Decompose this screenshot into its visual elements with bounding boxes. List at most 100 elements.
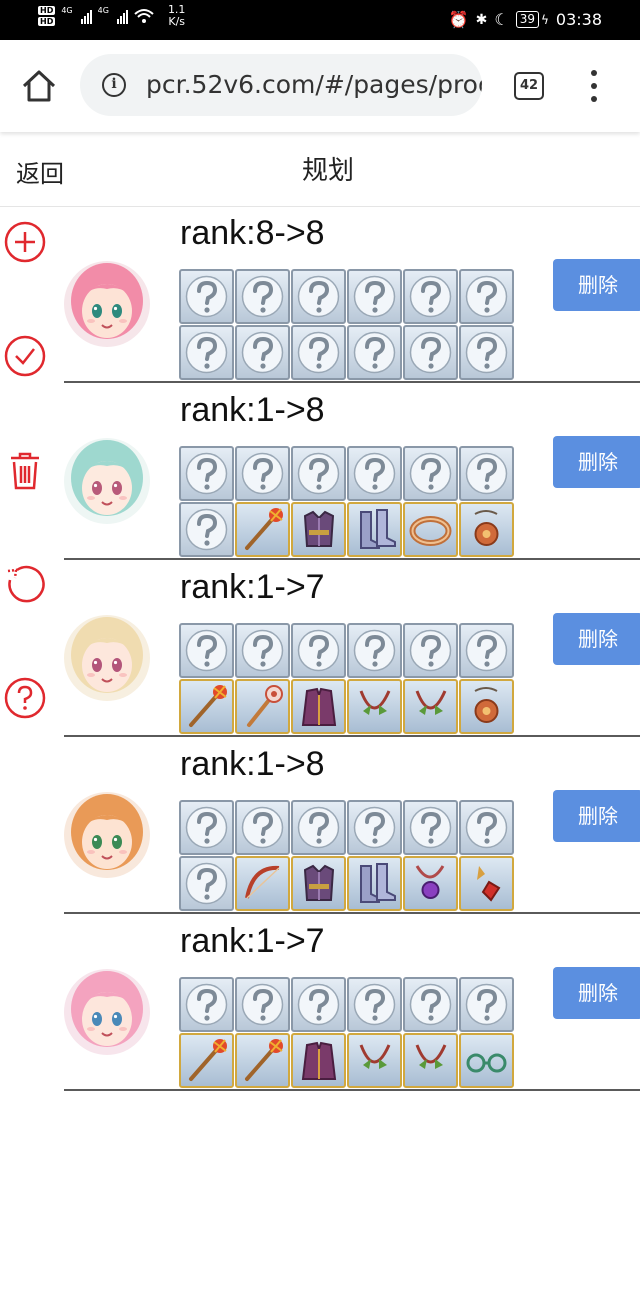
add-button[interactable] <box>3 220 47 264</box>
unknown-equipment-slot[interactable] <box>347 269 402 324</box>
address-bar[interactable]: i pcr.52v6.com/#/pages/prog <box>80 54 482 116</box>
equipment-slot-necklace[interactable] <box>347 1033 402 1088</box>
unknown-equipment-slot[interactable] <box>235 325 290 380</box>
plan-row: rank:8->8 删除 <box>64 206 640 383</box>
glasses-icon <box>466 1053 507 1073</box>
equipment-slot-necklace[interactable] <box>347 679 402 734</box>
character-avatar[interactable] <box>64 969 150 1055</box>
unknown-equipment-slot[interactable] <box>347 325 402 380</box>
equipment-slot-armor[interactable] <box>291 502 346 557</box>
unknown-equipment-slot[interactable] <box>179 269 234 324</box>
unknown-equipment-slot[interactable] <box>235 269 290 324</box>
clock: 03:38 <box>555 10 602 29</box>
character-avatar[interactable] <box>64 792 150 878</box>
character-avatar[interactable] <box>64 615 150 701</box>
unknown-equipment-slot[interactable] <box>179 977 234 1032</box>
equipment-slot-bracelet[interactable] <box>403 502 458 557</box>
unknown-equipment-slot[interactable] <box>459 977 514 1032</box>
question-mark-icon <box>241 983 284 1026</box>
unknown-equipment-slot[interactable] <box>179 856 234 911</box>
help-button[interactable] <box>3 676 47 720</box>
character-avatar[interactable] <box>64 438 150 524</box>
staff-icon <box>245 1039 283 1081</box>
bow-icon <box>245 865 280 899</box>
unknown-equipment-slot[interactable] <box>459 446 514 501</box>
equipment-slot-necklace[interactable] <box>403 1033 458 1088</box>
equipment-slot-armor[interactable] <box>291 856 346 911</box>
info-icon[interactable]: i <box>102 73 126 97</box>
unknown-equipment-slot[interactable] <box>403 977 458 1032</box>
unknown-equipment-slot[interactable] <box>403 623 458 678</box>
unknown-equipment-slot[interactable] <box>347 623 402 678</box>
unknown-equipment-slot[interactable] <box>459 269 514 324</box>
unknown-equipment-slot[interactable] <box>179 800 234 855</box>
unknown-equipment-slot[interactable] <box>347 446 402 501</box>
delete-button[interactable]: 删除 <box>553 790 640 842</box>
unknown-equipment-slot[interactable] <box>235 446 290 501</box>
equipment-slot-robe[interactable] <box>291 1033 346 1088</box>
unknown-equipment-slot[interactable] <box>235 977 290 1032</box>
unknown-equipment-slot[interactable] <box>179 446 234 501</box>
unknown-equipment-slot[interactable] <box>179 623 234 678</box>
home-button[interactable] <box>20 68 58 104</box>
equipment-slot-staff[interactable] <box>235 1033 290 1088</box>
unknown-equipment-slot[interactable] <box>291 623 346 678</box>
url-text[interactable]: pcr.52v6.com/#/pages/prog <box>146 70 482 99</box>
unknown-equipment-slot[interactable] <box>459 800 514 855</box>
more-menu-icon[interactable] <box>585 70 603 102</box>
unknown-equipment-slot[interactable] <box>291 446 346 501</box>
equipment-slot-necklace[interactable] <box>403 679 458 734</box>
delete-button[interactable]: 删除 <box>553 259 640 311</box>
question-mark-icon <box>353 806 396 849</box>
equipment-slot-amulet[interactable] <box>459 502 514 557</box>
delete-button[interactable]: 删除 <box>553 436 640 488</box>
unknown-equipment-slot[interactable] <box>347 977 402 1032</box>
rank-label: rank:1->7 <box>180 568 325 606</box>
complete-button[interactable] <box>3 334 47 378</box>
question-mark-icon <box>409 331 452 374</box>
equipment-slot-staff[interactable] <box>235 502 290 557</box>
unknown-equipment-slot[interactable] <box>347 800 402 855</box>
unknown-equipment-slot[interactable] <box>235 623 290 678</box>
equipment-slot-wand[interactable] <box>235 679 290 734</box>
equipment-slot-bow[interactable] <box>235 856 290 911</box>
unknown-equipment-slot[interactable] <box>179 502 234 557</box>
equipment-grid <box>179 269 514 380</box>
page-header: 返回 规划 <box>0 132 640 207</box>
unknown-equipment-slot[interactable] <box>179 325 234 380</box>
equipment-slot-earring[interactable] <box>459 856 514 911</box>
reset-button[interactable] <box>3 562 47 606</box>
unknown-equipment-slot[interactable] <box>291 269 346 324</box>
unknown-equipment-slot[interactable] <box>403 800 458 855</box>
unknown-equipment-slot[interactable] <box>291 800 346 855</box>
delete-button[interactable]: 删除 <box>553 967 640 1019</box>
unknown-equipment-slot[interactable] <box>459 325 514 380</box>
question-mark-icon <box>241 452 284 495</box>
unknown-equipment-slot[interactable] <box>459 623 514 678</box>
unknown-equipment-slot[interactable] <box>291 325 346 380</box>
necklace-icon <box>359 690 391 715</box>
equipment-slot-staff[interactable] <box>179 679 234 734</box>
unknown-equipment-slot[interactable] <box>235 800 290 855</box>
equipment-slot-amulet[interactable] <box>459 679 514 734</box>
staff-icon <box>245 508 283 550</box>
equipment-slot-robe[interactable] <box>291 679 346 734</box>
equipment-slot-glasses[interactable] <box>459 1033 514 1088</box>
delete-all-button[interactable] <box>3 448 47 492</box>
unknown-equipment-slot[interactable] <box>403 446 458 501</box>
equipment-slot-pendant[interactable] <box>403 856 458 911</box>
equipment-slot-staff[interactable] <box>179 1033 234 1088</box>
character-avatar[interactable] <box>64 261 150 347</box>
network-type-label: 4G <box>61 6 73 15</box>
unknown-equipment-slot[interactable] <box>403 269 458 324</box>
equipment-slot-boots[interactable] <box>347 502 402 557</box>
moon-icon: ☾ <box>494 10 509 29</box>
equipment-slot-boots[interactable] <box>347 856 402 911</box>
question-mark-icon <box>353 983 396 1026</box>
tab-switcher-button[interactable]: 42 <box>514 72 544 100</box>
unknown-equipment-slot[interactable] <box>291 977 346 1032</box>
unknown-equipment-slot[interactable] <box>403 325 458 380</box>
plan-row: rank:1->7 删除 <box>64 914 640 1091</box>
delete-button[interactable]: 删除 <box>553 613 640 665</box>
question-mark-icon <box>409 629 452 672</box>
